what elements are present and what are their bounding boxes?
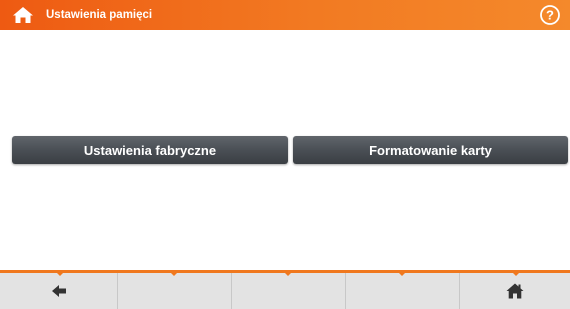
format-card-label: Formatowanie karty <box>369 142 492 158</box>
title-bar: Ustawienia pamięci ? <box>0 0 570 30</box>
toolbar-slot-2[interactable] <box>118 273 232 309</box>
home-button[interactable] <box>460 273 570 309</box>
home-icon <box>506 283 524 299</box>
format-card-button[interactable]: Formatowanie karty <box>293 136 568 164</box>
back-arrow-icon <box>51 285 66 297</box>
back-button[interactable] <box>0 273 118 309</box>
toolbar-slot-3[interactable] <box>232 273 346 309</box>
page-title: Ustawienia pamięci <box>46 9 153 21</box>
toolbar-slot-4[interactable] <box>346 273 460 309</box>
home-icon[interactable] <box>10 5 36 25</box>
factory-settings-button[interactable]: Ustawienia fabryczne <box>12 136 288 164</box>
svg-text:?: ? <box>546 8 554 23</box>
factory-settings-label: Ustawienia fabryczne <box>83 142 217 158</box>
help-icon[interactable]: ? <box>539 4 561 26</box>
bottom-toolbar <box>0 270 570 309</box>
